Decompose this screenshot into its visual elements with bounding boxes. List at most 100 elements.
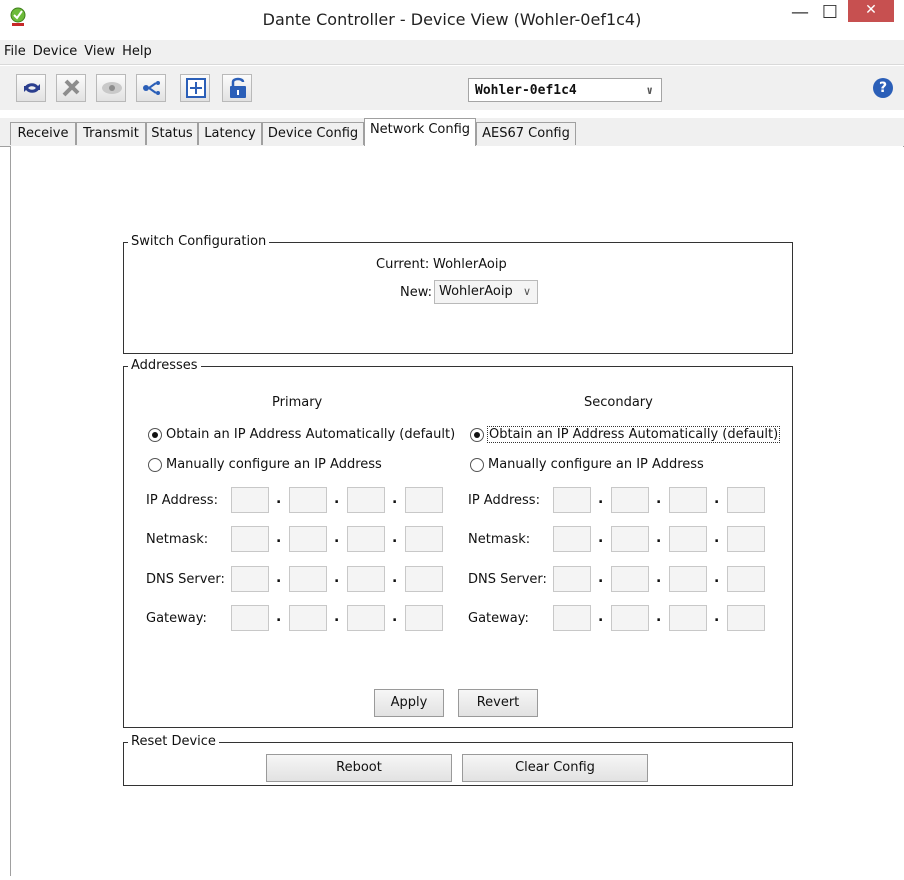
menu-view[interactable]: View [80, 40, 118, 59]
tab-latency[interactable]: Latency [198, 122, 262, 145]
secondary-gateway-octet-3[interactable] [669, 605, 707, 631]
primary-ip-address-octet-4[interactable] [405, 487, 443, 513]
menu-file[interactable]: File [0, 40, 29, 59]
minimize-button[interactable]: — [786, 0, 814, 28]
tab-receive[interactable]: Receive [10, 122, 76, 145]
title-bar: Dante Controller - Device View (Wohler-0… [0, 0, 904, 38]
new-switch-value: WohlerAoip [439, 284, 513, 299]
apply-button[interactable]: Apply [374, 689, 444, 717]
primary-ip-address-octet-2[interactable] [289, 487, 327, 513]
addresses-group: Addresses Primary Obtain an IP Address A… [123, 358, 793, 728]
primary-netmask-octet-4[interactable] [405, 526, 443, 552]
secondary-ip-address-octet-2[interactable] [611, 487, 649, 513]
secondary-manual-label[interactable]: Manually configure an IP Address [488, 457, 704, 472]
primary-manual-radio[interactable] [148, 458, 162, 472]
primary-gateway-octet-3[interactable] [347, 605, 385, 631]
primary-ip-address-octet-1[interactable] [231, 487, 269, 513]
primary-gateway-label: Gateway: [146, 611, 207, 626]
switch-configuration-group: Switch Configuration Current: WohlerAoip… [123, 234, 793, 354]
revert-button[interactable]: Revert [458, 689, 538, 717]
new-switch-select[interactable]: WohlerAoip ∨ [434, 280, 538, 304]
secondary-ip-address-separator: . [598, 491, 604, 507]
primary-dns-server-octet-4[interactable] [405, 566, 443, 592]
network-button[interactable] [136, 74, 166, 102]
primary-auto-label[interactable]: Obtain an IP Address Automatically (defa… [166, 427, 455, 442]
unlock-button[interactable] [222, 74, 252, 102]
secondary-dns-label: DNS Server: [468, 572, 547, 587]
secondary-netmask-octet-1[interactable] [553, 526, 591, 552]
primary-netmask-octet-2[interactable] [289, 526, 327, 552]
primary-ip-address-separator: . [334, 491, 340, 507]
secondary-ip-address-octet-1[interactable] [553, 487, 591, 513]
secondary-gateway-octet-2[interactable] [611, 605, 649, 631]
secondary-dns-server-octet-4[interactable] [727, 566, 765, 592]
primary-manual-label[interactable]: Manually configure an IP Address [166, 457, 382, 472]
refresh-button[interactable] [16, 74, 46, 102]
tab-strip: Receive Transmit Status Latency Device C… [0, 118, 904, 147]
chevron-down-icon: ∨ [522, 285, 531, 298]
add-device-icon [186, 78, 206, 98]
secondary-gateway-octet-4[interactable] [727, 605, 765, 631]
addresses-legend: Addresses [128, 358, 201, 373]
primary-dns-label: DNS Server: [146, 572, 225, 587]
add-device-button[interactable] [180, 74, 210, 102]
tab-transmit[interactable]: Transmit [76, 122, 146, 145]
primary-auto-radio[interactable] [148, 428, 162, 442]
secondary-dns-server-octet-1[interactable] [553, 566, 591, 592]
primary-dns-server-separator: . [276, 570, 282, 586]
primary-dns-server-octet-2[interactable] [289, 566, 327, 592]
toolbar [0, 66, 904, 110]
secondary-ip-address-separator: . [714, 491, 720, 507]
clear-config-button[interactable]: Clear Config [462, 754, 648, 782]
secondary-netmask-octet-3[interactable] [669, 526, 707, 552]
secondary-dns-server-octet-3[interactable] [669, 566, 707, 592]
unlock-icon [230, 77, 246, 98]
primary-gateway-separator: . [334, 609, 340, 625]
primary-dns-server-octet-1[interactable] [231, 566, 269, 592]
menu-device[interactable]: Device [29, 40, 80, 59]
tools-icon [62, 79, 80, 97]
maximize-button[interactable]: ☐ [816, 0, 844, 28]
secondary-netmask-octet-2[interactable] [611, 526, 649, 552]
primary-gateway-octet-1[interactable] [231, 605, 269, 631]
help-icon[interactable]: ? [873, 78, 893, 98]
primary-gateway-separator: . [276, 609, 282, 625]
current-label: Current: [376, 257, 430, 272]
secondary-dns-server-octet-2[interactable] [611, 566, 649, 592]
tab-status[interactable]: Status [146, 122, 198, 145]
menu-help[interactable]: Help [118, 40, 155, 59]
secondary-ip-address-octet-4[interactable] [727, 487, 765, 513]
primary-netmask-label: Netmask: [146, 532, 209, 547]
primary-netmask-octet-1[interactable] [231, 526, 269, 552]
secondary-netmask-label: Netmask: [468, 532, 531, 547]
secondary-auto-radio[interactable] [470, 428, 484, 442]
device-select[interactable]: Wohler-0ef1c4 ∨ [468, 78, 662, 102]
tools-button[interactable] [56, 74, 86, 102]
chevron-down-icon: ∨ [646, 84, 653, 97]
primary-dns-server-octet-3[interactable] [347, 566, 385, 592]
secondary-auto-label[interactable]: Obtain an IP Address Automatically (defa… [487, 426, 781, 443]
primary-netmask-separator: . [392, 530, 398, 546]
primary-gateway-octet-4[interactable] [405, 605, 443, 631]
tab-device-config[interactable]: Device Config [262, 122, 364, 145]
network-icon [143, 81, 160, 95]
tab-aes67-config[interactable]: AES67 Config [476, 122, 576, 145]
eye-button[interactable] [96, 74, 126, 102]
secondary-gateway-separator: . [714, 609, 720, 625]
reboot-button[interactable]: Reboot [266, 754, 452, 782]
secondary-gateway-octet-1[interactable] [553, 605, 591, 631]
primary-dns-server-separator: . [334, 570, 340, 586]
primary-netmask-octet-3[interactable] [347, 526, 385, 552]
primary-ip-address-octet-3[interactable] [347, 487, 385, 513]
secondary-manual-radio[interactable] [470, 458, 484, 472]
tab-network-config[interactable]: Network Config [364, 118, 476, 146]
network-config-panel: Switch Configuration Current: WohlerAoip… [10, 146, 903, 876]
close-button[interactable]: ✕ [848, 0, 894, 22]
secondary-ip-address-octet-3[interactable] [669, 487, 707, 513]
primary-gateway-separator: . [392, 609, 398, 625]
secondary-netmask-separator: . [714, 530, 720, 546]
reset-device-group: Reset Device Reboot Clear Config [123, 734, 793, 786]
primary-ip-label: IP Address: [146, 493, 218, 508]
primary-gateway-octet-2[interactable] [289, 605, 327, 631]
secondary-netmask-octet-4[interactable] [727, 526, 765, 552]
